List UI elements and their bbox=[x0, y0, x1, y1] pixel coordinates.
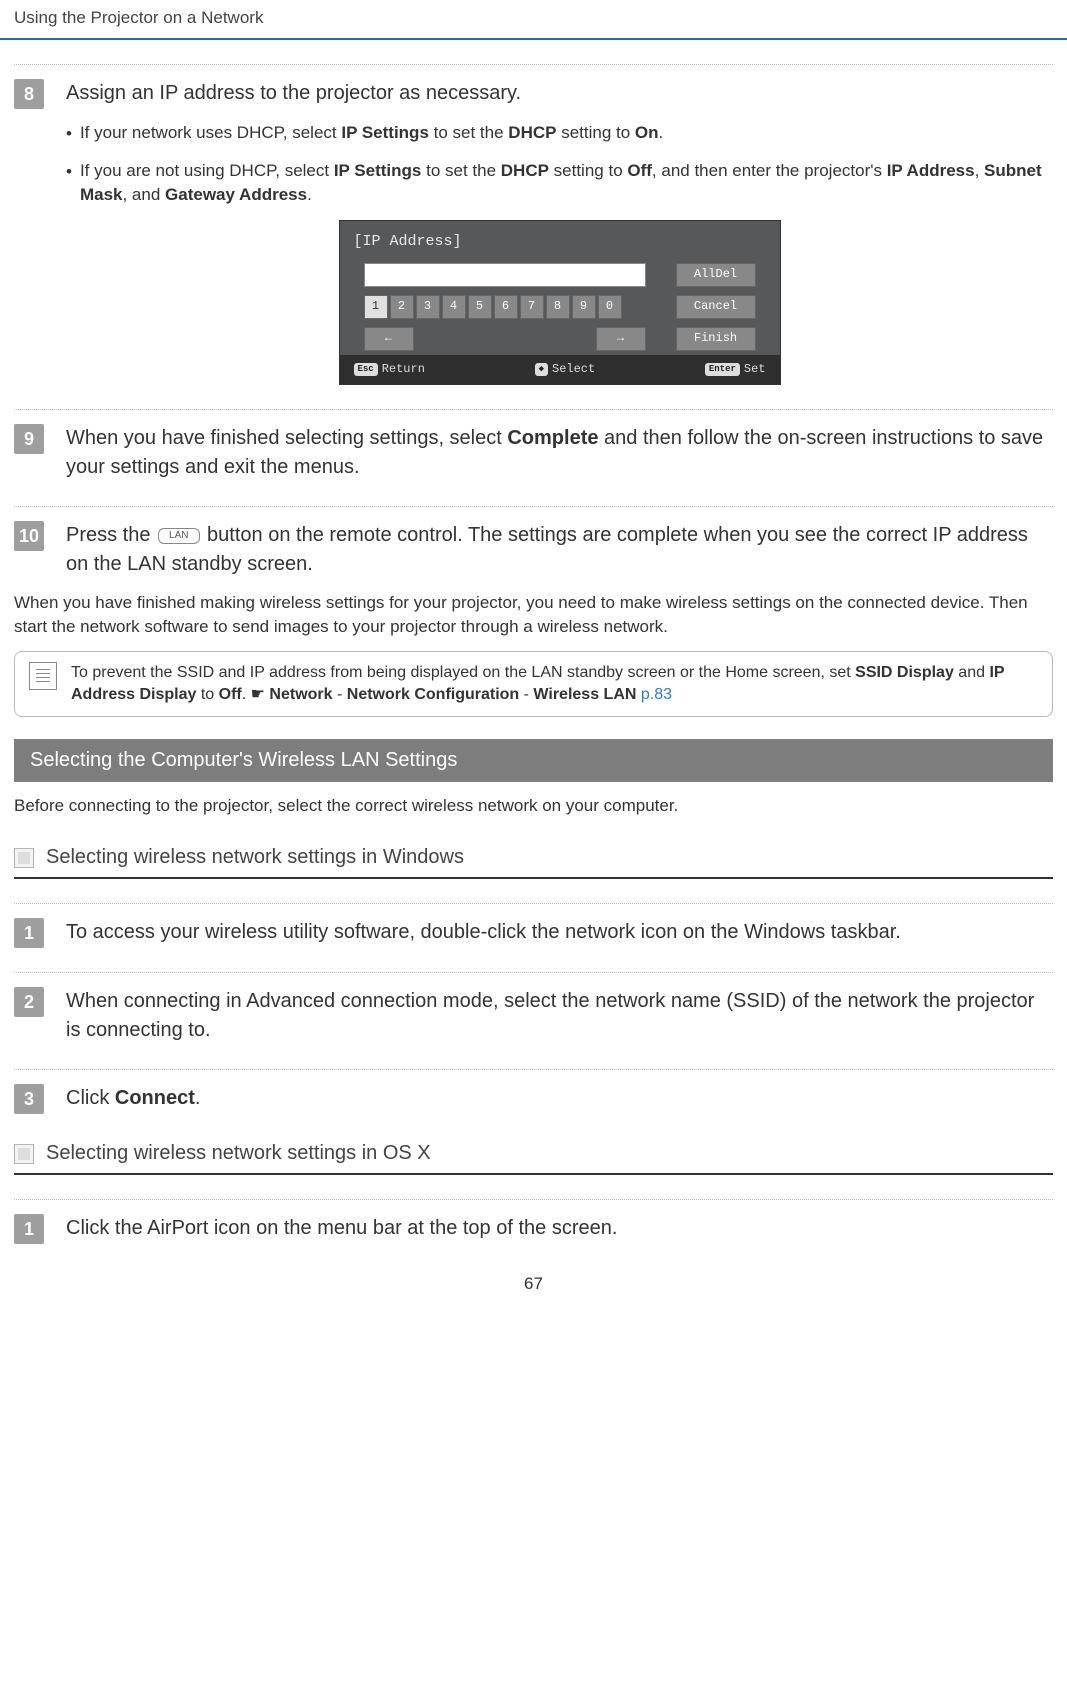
divider bbox=[14, 1069, 1053, 1070]
win-step-1: 1 To access your wireless utility softwa… bbox=[14, 918, 1053, 948]
step-text: Press the LAN button on the remote contr… bbox=[66, 521, 1053, 579]
step-number: 1 bbox=[14, 1214, 44, 1244]
step-number: 8 bbox=[14, 79, 44, 109]
finish-button[interactable]: Finish bbox=[676, 327, 756, 351]
step-number: 1 bbox=[14, 918, 44, 948]
bullet-icon: • bbox=[66, 121, 72, 147]
bullet-icon: • bbox=[66, 159, 72, 208]
key-9[interactable]: 9 bbox=[572, 295, 596, 319]
section-heading: Selecting the Computer's Wireless LAN Se… bbox=[14, 739, 1053, 782]
step-10: 10 Press the LAN button on the remote co… bbox=[14, 521, 1053, 579]
bullet-item: • If you are not using DHCP, select IP S… bbox=[66, 159, 1053, 208]
step-number: 9 bbox=[14, 424, 44, 454]
key-0[interactable]: 0 bbox=[598, 295, 622, 319]
divider bbox=[14, 1199, 1053, 1200]
select-key-icon: ◆ bbox=[535, 363, 548, 376]
divider bbox=[14, 506, 1053, 507]
number-row: 1 2 3 4 5 6 7 8 9 0 bbox=[364, 295, 646, 319]
step-text: Click Connect. bbox=[66, 1084, 1053, 1114]
page-link[interactable]: p.83 bbox=[641, 686, 672, 703]
sub-underline bbox=[14, 877, 1053, 879]
sub-heading-windows: Selecting wireless network settings in W… bbox=[14, 846, 1053, 869]
note-box: To prevent the SSID and IP address from … bbox=[14, 651, 1053, 718]
key-5[interactable]: 5 bbox=[468, 295, 492, 319]
step-8: 8 Assign an IP address to the projector … bbox=[14, 79, 1053, 109]
paragraph: When you have finished making wireless s… bbox=[14, 591, 1053, 639]
win-step-3: 3 Click Connect. bbox=[14, 1084, 1053, 1114]
bullet-text: If your network uses DHCP, select IP Set… bbox=[80, 121, 1053, 147]
divider bbox=[14, 903, 1053, 904]
step-text: When you have finished selecting setting… bbox=[66, 424, 1053, 482]
dialog-footer: Esc Return ◆ Select Enter Set bbox=[340, 355, 780, 384]
select-label: Select bbox=[552, 361, 595, 378]
key-7[interactable]: 7 bbox=[520, 295, 544, 319]
enter-key-icon: Enter bbox=[705, 363, 740, 376]
return-label: Return bbox=[382, 361, 425, 378]
sub-heading-label: Selecting wireless network settings in O… bbox=[46, 1142, 431, 1165]
set-label: Set bbox=[744, 361, 766, 378]
dialog-title: [IP Address] bbox=[340, 221, 780, 259]
step-text: Click the AirPort icon on the menu bar a… bbox=[66, 1214, 1053, 1244]
step-title: Assign an IP address to the projector as… bbox=[66, 79, 1053, 109]
key-6[interactable]: 6 bbox=[494, 295, 518, 319]
key-4[interactable]: 4 bbox=[442, 295, 466, 319]
bullet-item: • If your network uses DHCP, select IP S… bbox=[66, 121, 1053, 147]
step-number: 2 bbox=[14, 987, 44, 1017]
note-text: To prevent the SSID and IP address from … bbox=[71, 662, 1038, 707]
osx-step-1: 1 Click the AirPort icon on the menu bar… bbox=[14, 1214, 1053, 1244]
sub-heading-osx: Selecting wireless network settings in O… bbox=[14, 1142, 1053, 1165]
hand-icon bbox=[251, 686, 265, 703]
key-8[interactable]: 8 bbox=[546, 295, 570, 319]
arrow-right-key[interactable]: → bbox=[596, 327, 646, 351]
divider bbox=[14, 972, 1053, 973]
step-number: 3 bbox=[14, 1084, 44, 1114]
page-number: 67 bbox=[14, 1274, 1053, 1294]
key-2[interactable]: 2 bbox=[390, 295, 414, 319]
header-title: Using the Projector on a Network bbox=[14, 8, 263, 27]
sub-marker-icon bbox=[14, 848, 34, 868]
key-3[interactable]: 3 bbox=[416, 295, 440, 319]
step-text: To access your wireless utility software… bbox=[66, 918, 1053, 948]
ip-address-dialog: [IP Address] AllDel 1 2 3 4 5 6 7 8 9 0 bbox=[339, 220, 781, 385]
arrow-left-key[interactable]: ← bbox=[364, 327, 414, 351]
sub-marker-icon bbox=[14, 1144, 34, 1164]
step-text: When connecting in Advanced connection m… bbox=[66, 987, 1053, 1045]
divider bbox=[14, 409, 1053, 410]
lan-button-icon: LAN bbox=[158, 528, 199, 544]
esc-key-icon: Esc bbox=[354, 363, 378, 376]
sub-heading-label: Selecting wireless network settings in W… bbox=[46, 846, 464, 869]
key-1[interactable]: 1 bbox=[364, 295, 388, 319]
alldel-button[interactable]: AllDel bbox=[676, 263, 756, 287]
step-number: 10 bbox=[14, 521, 44, 551]
ip-input-field[interactable] bbox=[364, 263, 646, 287]
bullet-text: If you are not using DHCP, select IP Set… bbox=[80, 159, 1053, 208]
arrow-row: ← → bbox=[364, 327, 646, 351]
sub-underline bbox=[14, 1173, 1053, 1175]
win-step-2: 2 When connecting in Advanced connection… bbox=[14, 987, 1053, 1045]
page-header: Using the Projector on a Network bbox=[0, 0, 1067, 40]
note-icon bbox=[29, 662, 57, 690]
paragraph: Before connecting to the projector, sele… bbox=[14, 794, 1053, 818]
divider bbox=[14, 64, 1053, 65]
step-9: 9 When you have finished selecting setti… bbox=[14, 424, 1053, 482]
cancel-button[interactable]: Cancel bbox=[676, 295, 756, 319]
